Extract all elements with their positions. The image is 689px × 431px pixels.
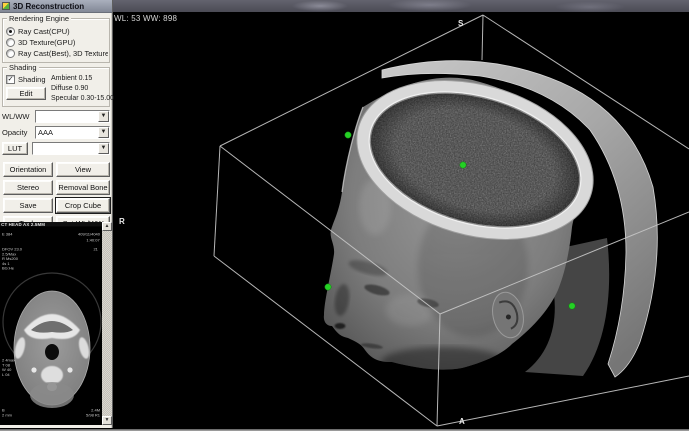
rendering-engine-label: Rendering Engine (7, 15, 71, 22)
lut-combobox[interactable]: ▼ (32, 142, 110, 155)
rendering-engine-group: Rendering Engine Ray Cast(CPU) 3D Textur… (2, 18, 110, 63)
specular-value: Specular 0.30-15.00 (51, 94, 114, 104)
save-button[interactable]: Save (3, 198, 53, 213)
ambient-value: Ambient 0.15 (51, 74, 114, 84)
mastoid-right (67, 367, 72, 372)
crop-cube-button[interactable]: Crop Cube (56, 198, 110, 213)
radio-button-icon[interactable] (6, 38, 15, 47)
application-window: S A R WL: 53 WW: 898 3D Reconstruction R… (0, 0, 689, 431)
overlay-info-block: DFOV 23.0 2.5/Max R Ms200 4s 1 BG:He (2, 247, 22, 271)
volume-render-scene[interactable]: S A R (113, 12, 689, 429)
radio-ray-cast-cpu[interactable]: Ray Cast(CPU) (6, 27, 108, 36)
radio-3d-texture-gpu[interactable]: 3D Texture(GPU) (6, 38, 108, 47)
crop-handle[interactable] (345, 132, 351, 138)
crop-handle[interactable] (325, 284, 331, 290)
chevron-down-icon[interactable]: ▼ (98, 143, 109, 154)
overlay-technique-block: 2 4max T 08 W 40 L 04 (2, 358, 15, 377)
stereo-button[interactable]: Stereo (3, 180, 53, 195)
orientation-button[interactable]: Orientation (3, 162, 53, 177)
slice-thumbnail-window: CT HEAD AX 2.5MM (0, 222, 112, 425)
overlay-header-row: E 384409/11/4040 (2, 232, 100, 237)
axial-slice-view[interactable]: E 384409/11/4040 1:40:07 DFOV 23.0 2.5/M… (0, 230, 102, 425)
overlay-slice-number: 21 (94, 247, 98, 252)
reconstruction-tool-window: 3D Reconstruction Rendering Engine Ray C… (0, 0, 113, 428)
radio-label: Ray Cast(CPU) (18, 27, 70, 36)
shading-checkbox[interactable]: ✓ (6, 75, 15, 84)
radio-label: 3D Texture(GPU) (18, 38, 75, 47)
crop-handle[interactable] (460, 162, 466, 168)
shading-checkbox-row[interactable]: ✓ Shading (6, 75, 48, 84)
radio-label: Ray Cast(Best), 3D Texture (prev (18, 49, 108, 58)
shading-group-label: Shading (7, 64, 39, 71)
lut-button[interactable]: LUT (2, 142, 28, 155)
posterior-soft-tissue (30, 382, 74, 408)
orientation-marker-right: R (119, 217, 125, 226)
opacity-combobox[interactable]: AAA ▼ (35, 126, 110, 139)
chevron-down-icon[interactable]: ▼ (98, 111, 109, 122)
wlww-combobox[interactable]: ▼ (35, 110, 110, 123)
overlay-bottom-left: B 2 mm (2, 408, 12, 418)
thumbnail-scrollbar[interactable]: ▲ ▼ (102, 222, 112, 425)
orientation-marker-superior: S (458, 19, 464, 28)
overlay-time: 1:40:07 (87, 238, 100, 243)
shading-checkbox-label: Shading (18, 75, 46, 84)
radio-button-icon[interactable] (6, 27, 15, 36)
shading-parameters: Ambient 0.15 Diffuse 0.90 Specular 0.30-… (51, 74, 114, 104)
diffuse-value: Diffuse 0.90 (51, 84, 114, 94)
thumbnail-titlebar: CT HEAD AX 2.5MM (0, 222, 103, 226)
airway (45, 344, 59, 360)
wlww-label: WL/WW (2, 112, 35, 121)
radio-button-icon[interactable] (6, 49, 15, 58)
scroll-up-arrow[interactable]: ▲ (102, 222, 112, 231)
view-button[interactable]: View (56, 162, 110, 177)
scrollbar-track[interactable] (102, 231, 112, 416)
app-icon (2, 2, 10, 10)
scroll-down-arrow[interactable]: ▼ (102, 416, 112, 425)
removal-bone-button[interactable]: Removal Bone (56, 180, 110, 195)
orientation-marker-anterior: A (459, 417, 465, 426)
tool-window-title: 3D Reconstruction (13, 2, 84, 11)
radio-ray-cast-best[interactable]: Ray Cast(Best), 3D Texture (prev (6, 49, 108, 58)
opacity-label: Opacity (2, 128, 35, 137)
controls-pane: Rendering Engine Ray Cast(CPU) 3D Textur… (0, 13, 112, 232)
render-viewport[interactable]: S A R WL: 53 WW: 898 (113, 12, 689, 429)
window-level-readout: WL: 53 WW: 898 (114, 14, 177, 23)
tool-window-titlebar[interactable]: 3D Reconstruction (0, 0, 112, 13)
mastoid-left (31, 367, 36, 372)
edit-shading-button[interactable]: Edit (6, 87, 46, 100)
crop-handle[interactable] (569, 303, 575, 309)
overlay-bottom-right: 2.4M 5/98 R1 (86, 408, 100, 418)
vertebra (41, 366, 63, 384)
chevron-down-icon[interactable]: ▼ (98, 127, 109, 138)
shading-group: Shading ✓ Shading Edit Ambient 0.15 Diff… (2, 67, 110, 107)
opacity-value: AAA (36, 128, 98, 137)
